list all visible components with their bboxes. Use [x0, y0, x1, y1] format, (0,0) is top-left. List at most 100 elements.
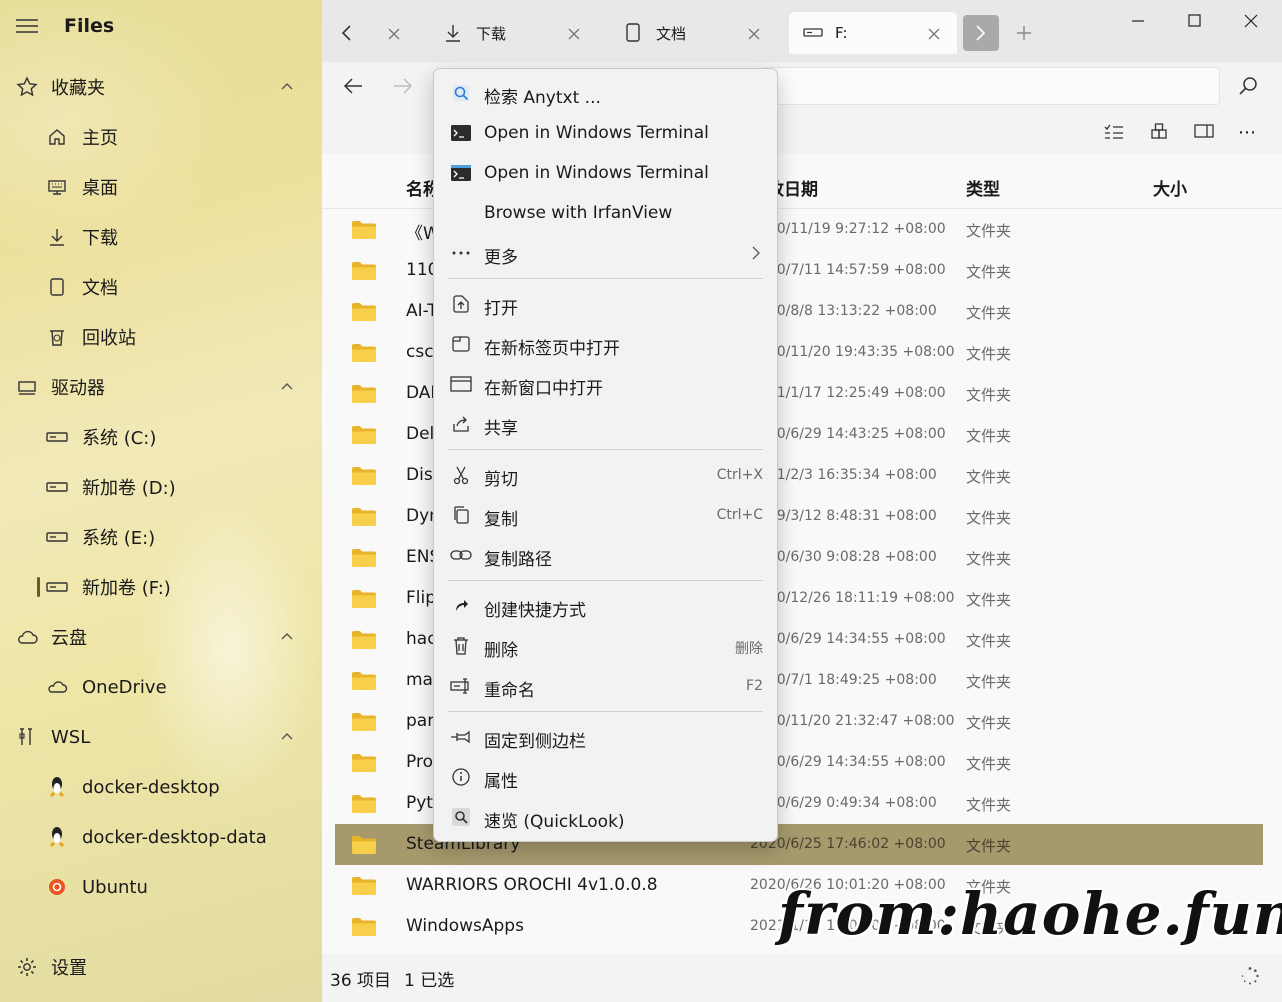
- menu-item-new-window[interactable]: 在新窗口中打开: [438, 364, 773, 404]
- menu-item-label: 在新标签页中打开: [484, 339, 620, 359]
- sidebar-item-downloads[interactable]: 下载: [0, 217, 322, 257]
- menu-item-label: 属性: [484, 772, 518, 792]
- chevron-up-icon[interactable]: [280, 630, 294, 644]
- file-date: 2021/2/3 16:35:34 +08:00: [750, 467, 937, 483]
- menu-item-more[interactable]: 更多: [438, 233, 773, 273]
- back-arrow-icon[interactable]: [342, 76, 364, 96]
- menu-item-copy-path[interactable]: 复制路径: [438, 535, 773, 575]
- sidebar-group-wsl[interactable]: WSL: [0, 717, 322, 757]
- sidebar-item-label: docker-desktop: [82, 776, 220, 798]
- close-window-icon[interactable]: [1240, 10, 1262, 32]
- menu-item-cut[interactable]: 剪切 Ctrl+X: [438, 455, 773, 495]
- sidebar-group-cloud[interactable]: 云盘: [0, 617, 322, 657]
- preview-pane-icon[interactable]: [1194, 124, 1214, 138]
- menu-item-quicklook[interactable]: 速览 (QuickLook): [438, 797, 773, 837]
- cut-icon: [450, 464, 472, 486]
- anytxt-search-icon: [450, 82, 472, 104]
- sidebar-item-label: 桌面: [82, 178, 118, 199]
- sidebar-item-label: 系统 (C:): [82, 428, 157, 449]
- star-icon: [16, 76, 38, 98]
- tab-documents[interactable]: 文档: [612, 12, 772, 54]
- tab-scroll-left-icon[interactable]: [340, 24, 354, 42]
- loading-spinner-icon: [1240, 966, 1260, 986]
- sidebar-item-drive-f[interactable]: 新加卷 (F:): [0, 567, 322, 607]
- menu-item-label: 在新窗口中打开: [484, 379, 603, 399]
- column-header-size[interactable]: 大小: [1153, 175, 1187, 200]
- tab-drive-f[interactable]: F:: [789, 12, 957, 54]
- menu-item-info[interactable]: 属性: [438, 757, 773, 797]
- terminal-icon: [450, 122, 472, 144]
- shortcut-hint: 删除: [735, 641, 763, 657]
- sidebar-settings[interactable]: 设置: [0, 947, 322, 987]
- sidebar-item-drive-c[interactable]: 系统 (C:): [0, 417, 322, 457]
- layout-mode-icon[interactable]: [1150, 122, 1168, 140]
- menu-item-copy[interactable]: 复制 Ctrl+C: [438, 495, 773, 535]
- shortcut-icon: [450, 595, 472, 617]
- menu-item-pin[interactable]: 固定到侧边栏: [438, 717, 773, 757]
- close-icon[interactable]: [568, 28, 580, 40]
- menu-item-terminal-preview[interactable]: Open in Windows Terminal: [438, 153, 773, 193]
- file-date: 2020/11/20 19:43:35 +08:00: [750, 344, 955, 360]
- multi-select-icon[interactable]: [1104, 124, 1124, 140]
- menu-item-open[interactable]: 打开: [438, 284, 773, 324]
- tab-downloads[interactable]: 下载: [432, 12, 592, 54]
- menu-item-new-tab[interactable]: 在新标签页中打开: [438, 324, 773, 364]
- folder-icon: [351, 794, 377, 814]
- add-tab-icon[interactable]: [1016, 25, 1032, 41]
- sidebar-item-docker-desktop-data[interactable]: docker-desktop-data: [0, 817, 322, 857]
- sidebar-item-label: 文档: [82, 278, 118, 299]
- selection-indicator: [37, 577, 40, 597]
- menu-item-label: 剪切: [484, 470, 518, 490]
- tab-scroll-right-button[interactable]: [963, 15, 999, 51]
- menu-item-label: 创建快捷方式: [484, 601, 586, 621]
- more-options-icon[interactable]: ⋯: [1238, 122, 1257, 143]
- menu-item-delete[interactable]: 删除 删除: [438, 626, 773, 666]
- file-date: 2020/7/1 18:49:25 +08:00: [750, 672, 937, 688]
- search-icon[interactable]: [1238, 76, 1258, 96]
- sidebar-item-home[interactable]: 主页: [0, 117, 322, 157]
- terminal-preview-icon: [450, 162, 472, 184]
- sidebar-item-desktop[interactable]: 桌面: [0, 167, 322, 207]
- sidebar-item-label: 系统 (E:): [82, 528, 156, 549]
- sidebar-group-favorites[interactable]: 收藏夹: [0, 67, 322, 107]
- sidebar-item-ubuntu[interactable]: Ubuntu: [0, 867, 322, 907]
- sidebar-item-onedrive[interactable]: OneDrive: [0, 667, 322, 707]
- settings-label: 设置: [51, 958, 87, 979]
- minimize-icon[interactable]: [1127, 10, 1149, 32]
- sidebar-item-drive-e[interactable]: 系统 (E:): [0, 517, 322, 557]
- menu-item-irfanview[interactable]: Browse with IrfanView: [438, 193, 773, 233]
- menu-item-rename[interactable]: 重命名 F2: [438, 666, 773, 706]
- sidebar-item-documents[interactable]: 文档: [0, 267, 322, 307]
- sidebar-item-recycle-bin[interactable]: 回收站: [0, 317, 322, 357]
- sidebar-item-label: Ubuntu: [82, 876, 148, 898]
- sidebar-item-label: OneDrive: [82, 676, 167, 698]
- maximize-icon[interactable]: [1184, 10, 1206, 32]
- menu-item-label: Browse with IrfanView: [484, 203, 673, 223]
- forward-arrow-icon[interactable]: [392, 76, 414, 96]
- close-icon[interactable]: [928, 28, 940, 40]
- sidebar-item-label: 新加卷 (F:): [82, 578, 171, 599]
- sidebar-item-drive-d[interactable]: 新加卷 (D:): [0, 467, 322, 507]
- column-header-type[interactable]: 类型: [966, 175, 1000, 200]
- menu-item-terminal[interactable]: Open in Windows Terminal: [438, 113, 773, 153]
- chevron-up-icon[interactable]: [280, 730, 294, 744]
- new-tab-icon: [450, 333, 472, 355]
- menu-item-anytxt-search[interactable]: 检索 Anytxt ...: [438, 73, 773, 113]
- sidebar-item-docker-desktop[interactable]: docker-desktop: [0, 767, 322, 807]
- menu-item-share[interactable]: 共享: [438, 404, 773, 444]
- sidebar-group-drives[interactable]: 驱动器: [0, 367, 322, 407]
- sidebar-group-label: 驱动器: [51, 378, 105, 399]
- folder-icon: [351, 548, 377, 568]
- chevron-right-icon: [974, 24, 988, 42]
- file-name: WindowsApps: [406, 916, 524, 936]
- menu-item-shortcut[interactable]: 创建快捷方式: [438, 586, 773, 626]
- address-bar[interactable]: [762, 67, 1220, 105]
- hamburger-menu-icon[interactable]: [15, 16, 39, 36]
- chevron-up-icon[interactable]: [280, 380, 294, 394]
- folder-icon: [351, 917, 377, 937]
- close-icon[interactable]: [388, 28, 400, 40]
- close-icon[interactable]: [748, 28, 760, 40]
- chevron-up-icon[interactable]: [280, 80, 294, 94]
- folder-icon: [351, 835, 377, 855]
- menu-item-label: 复制: [484, 510, 518, 530]
